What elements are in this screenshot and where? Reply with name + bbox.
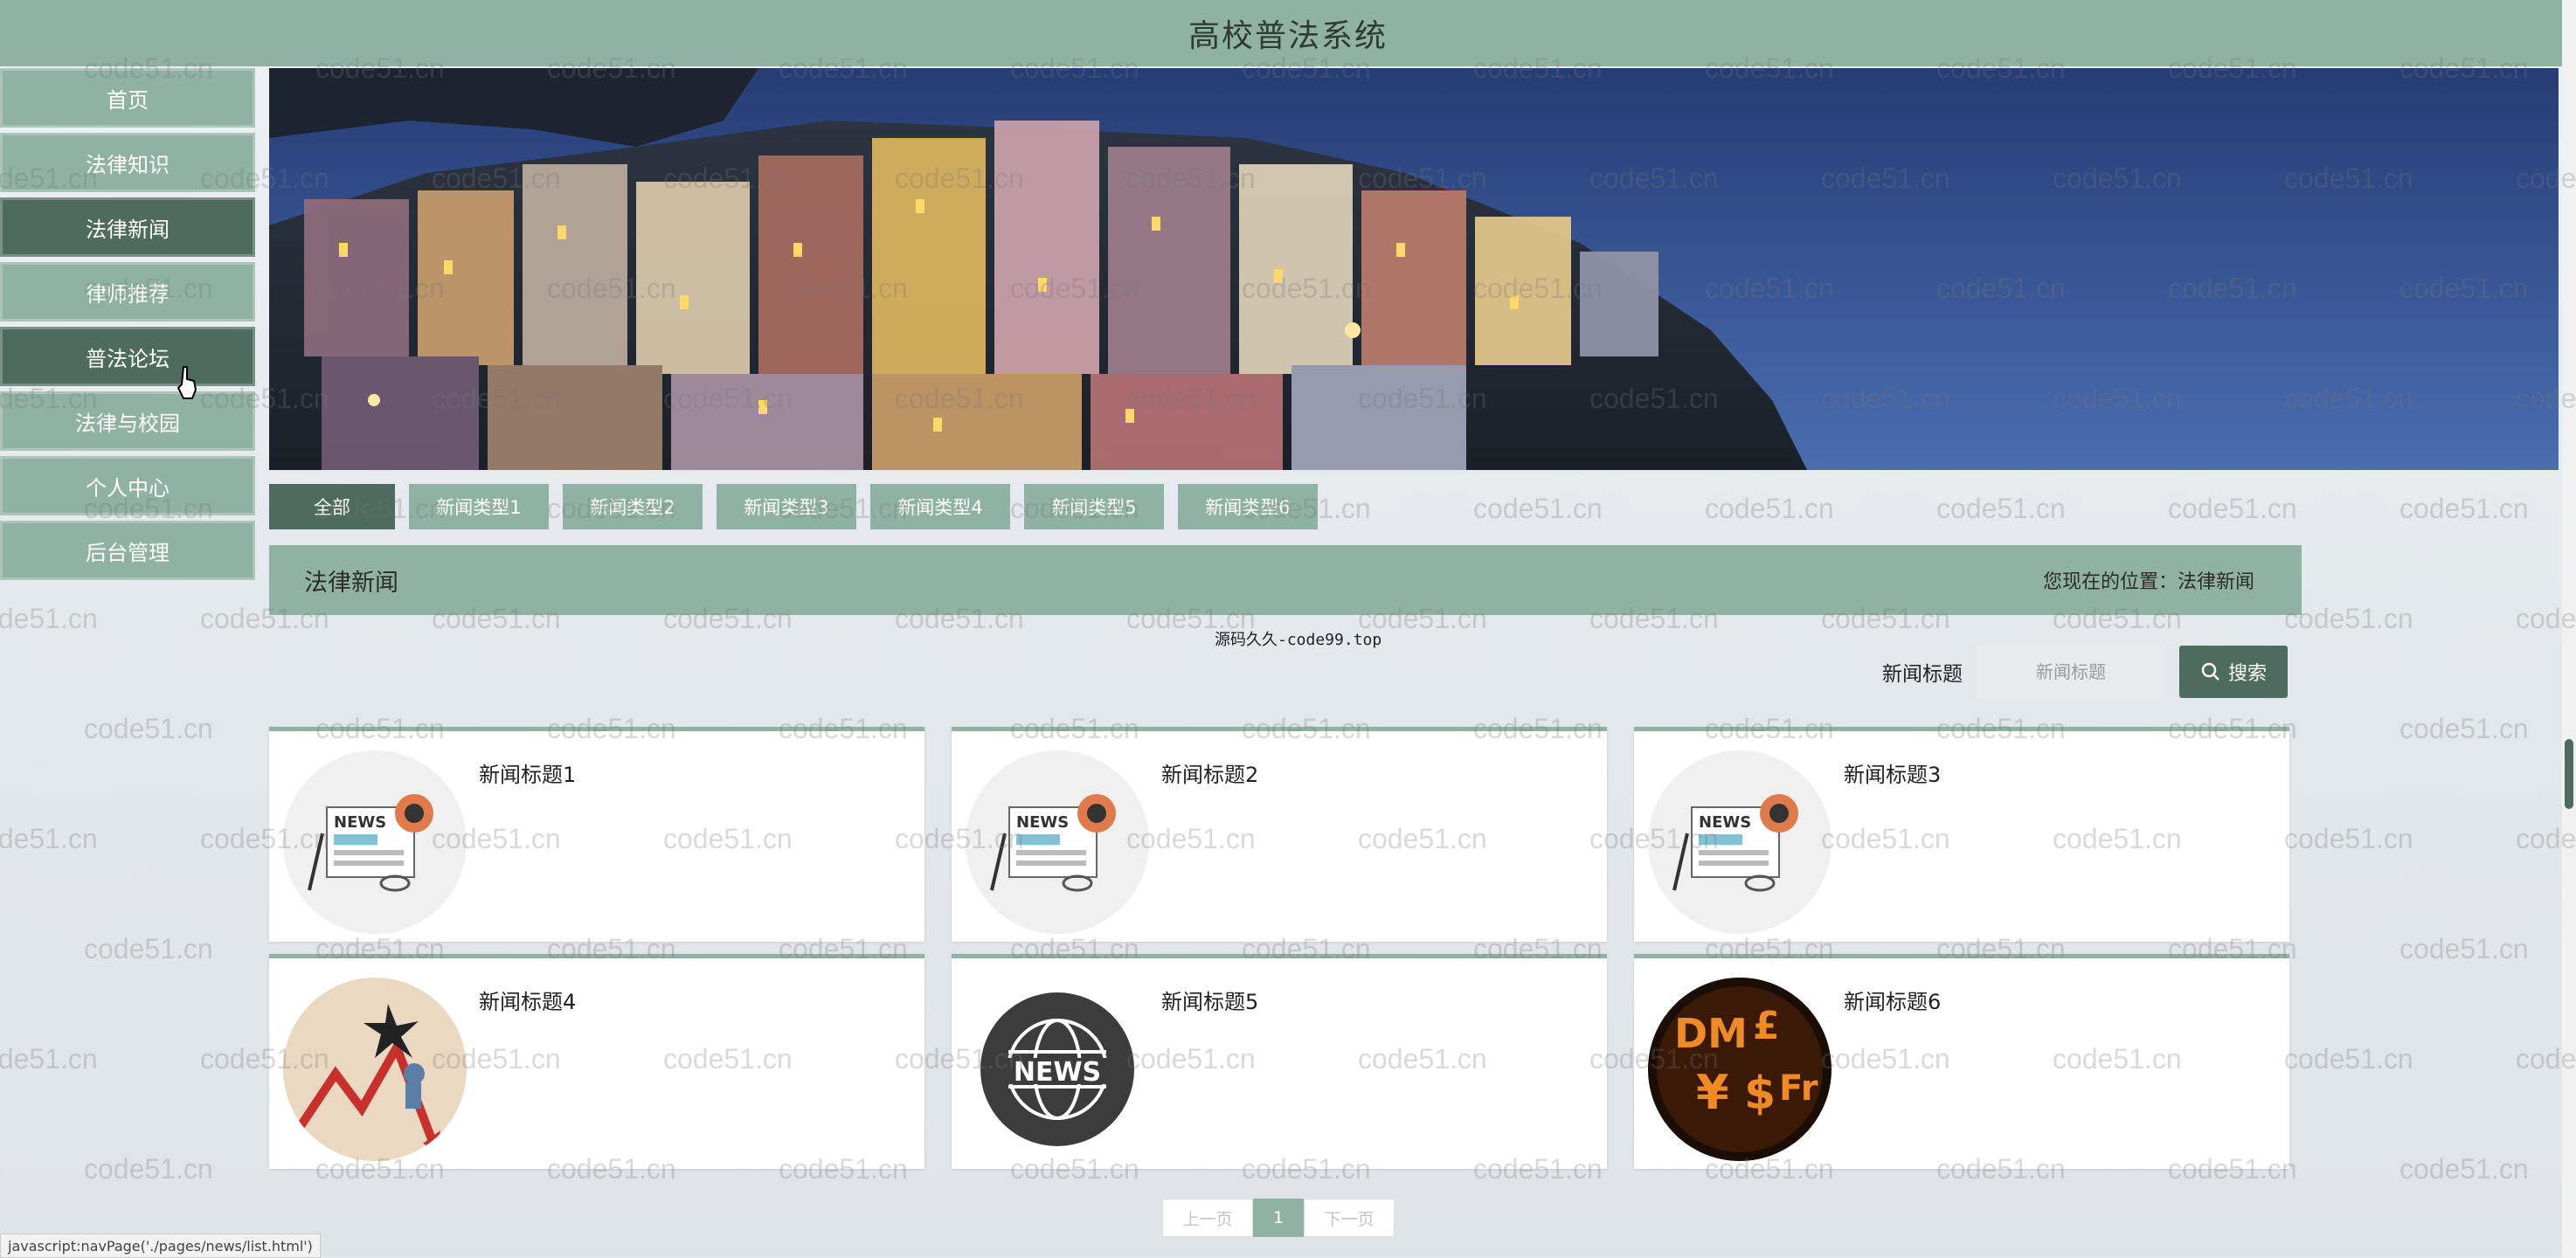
- search-label: 新闻标题: [1882, 663, 1963, 686]
- watermark-text: code51.cn: [84, 933, 213, 964]
- market-crash-chart: [283, 978, 467, 1161]
- svg-text:¥: ¥: [1696, 1065, 1729, 1120]
- svg-text:$: $: [1744, 1068, 1776, 1120]
- svg-text:NEWS: NEWS: [334, 813, 386, 832]
- svg-text:NEWS: NEWS: [1016, 813, 1069, 832]
- banner-town-at-night: [269, 68, 2559, 470]
- news-globe-icon: NEWS: [966, 978, 1149, 1161]
- currency-symbols: DM £ ¥ $ Fr: [1648, 978, 1832, 1161]
- search-bar: 新闻标题 搜索: [1882, 645, 2288, 699]
- page-number-button[interactable]: 1: [1253, 1199, 1304, 1237]
- sidebar-nav: 首页 法律知识 法律新闻 律师推荐 普法论坛 法律与校园 个人中心 后台管理: [0, 68, 255, 585]
- tab-news-type-1[interactable]: 新闻类型1: [409, 484, 549, 529]
- tab-all[interactable]: 全部: [269, 484, 395, 529]
- tab-news-type-3[interactable]: 新闻类型3: [717, 484, 856, 529]
- watermark-text: code51.cn: [0, 1043, 98, 1075]
- watermark-text: code51.cn: [1936, 493, 2066, 524]
- watermark-text: code51.cn: [2284, 823, 2413, 854]
- sidebar-item-legal-news[interactable]: 法律新闻: [0, 197, 255, 257]
- next-page-button[interactable]: 下一页: [1304, 1199, 1395, 1237]
- news-card[interactable]: 新闻标题4: [269, 954, 924, 1169]
- site-title: 高校普法系统: [1188, 18, 1388, 54]
- sidebar-item-legal-knowledge[interactable]: 法律知识: [0, 133, 255, 192]
- search-input[interactable]: [1977, 645, 2165, 699]
- search-button-label: 搜索: [2227, 663, 2267, 685]
- svg-text:Fr: Fr: [1779, 1068, 1818, 1109]
- mouse-cursor-icon: [177, 366, 197, 399]
- news-card[interactable]: NEWS 新闻标题1: [269, 727, 924, 942]
- page-scrollbar[interactable]: [2562, 0, 2576, 1258]
- pagination: 上一页 1 下一页: [1162, 1199, 1395, 1237]
- news-title[interactable]: 新闻标题2: [1161, 757, 1258, 788]
- watermark-text: code51.cn: [2399, 493, 2529, 524]
- news-card[interactable]: NEWS 新闻标题2: [952, 727, 1607, 942]
- news-list: NEWS 新闻标题1 NEWS 新闻标题2 NEWS 新闻标题3 新闻标题4 N…: [269, 727, 2289, 1169]
- sidebar-item-lawyer-recommend[interactable]: 律师推荐: [0, 262, 255, 321]
- watermark-text: code51.cn: [2284, 603, 2413, 634]
- watermark-text: code51.cn: [2399, 1153, 2529, 1185]
- tab-news-type-2[interactable]: 新闻类型2: [563, 484, 703, 529]
- sidebar-item-forum[interactable]: 普法论坛: [0, 327, 255, 386]
- svg-text:NEWS: NEWS: [1699, 813, 1751, 832]
- svg-text:NEWS: NEWS: [1014, 1057, 1101, 1088]
- news-paper-icon: NEWS: [1648, 750, 1832, 934]
- section-title: 法律新闻: [304, 569, 398, 597]
- prev-page-button[interactable]: 上一页: [1162, 1199, 1253, 1237]
- search-button[interactable]: 搜索: [2179, 646, 2288, 698]
- sidebar-item-personal-center[interactable]: 个人中心: [0, 456, 255, 515]
- watermark-text: code51.cn: [84, 1153, 213, 1185]
- news-title[interactable]: 新闻标题6: [1844, 985, 1941, 1015]
- news-title[interactable]: 新闻标题5: [1161, 985, 1258, 1015]
- news-title[interactable]: 新闻标题3: [1844, 757, 1941, 788]
- news-type-tabs: 全部 新闻类型1 新闻类型2 新闻类型3 新闻类型4 新闻类型5 新闻类型6: [269, 484, 1318, 529]
- news-card[interactable]: NEWS 新闻标题5: [952, 954, 1607, 1169]
- tab-news-type-4[interactable]: 新闻类型4: [870, 484, 1010, 529]
- news-card[interactable]: DM £ ¥ $ Fr 新闻标题6: [1634, 954, 2289, 1169]
- site-header: 高校普法系统: [0, 0, 2576, 66]
- source-note: 源码久久-code99.top: [1215, 631, 1382, 649]
- sidebar-item-admin[interactable]: 后台管理: [0, 521, 255, 580]
- tab-news-type-6[interactable]: 新闻类型6: [1178, 484, 1318, 529]
- sidebar-item-law-campus[interactable]: 法律与校园: [0, 391, 255, 451]
- news-title[interactable]: 新闻标题1: [479, 757, 576, 788]
- breadcrumb: 您现在的位置：法律新闻: [2042, 571, 2254, 593]
- watermark-text: code51.cn: [2399, 713, 2529, 744]
- watermark-text: code51.cn: [0, 603, 98, 634]
- sidebar-item-home[interactable]: 首页: [0, 68, 255, 128]
- section-header: 法律新闻 您现在的位置：法律新闻: [269, 545, 2302, 615]
- search-icon: [2201, 662, 2219, 681]
- svg-text:DM: DM: [1674, 1010, 1748, 1057]
- news-title[interactable]: 新闻标题4: [479, 985, 576, 1015]
- watermark-text: code51.cn: [84, 713, 213, 744]
- news-paper-icon: NEWS: [283, 750, 467, 934]
- watermark-text: code51.cn: [2399, 933, 2529, 964]
- watermark-text: code51.cn: [1473, 493, 1603, 524]
- news-card[interactable]: NEWS 新闻标题3: [1634, 727, 2289, 942]
- banner-image: [269, 68, 2559, 470]
- watermark-text: code51.cn: [2168, 493, 2297, 524]
- watermark-text: code51.cn: [0, 823, 98, 854]
- watermark-text: code51.cn: [2284, 1043, 2413, 1075]
- svg-text:£: £: [1753, 1004, 1780, 1048]
- status-bar-url: javascript:navPage('./pages/news/list.ht…: [0, 1234, 321, 1258]
- news-paper-icon: NEWS: [966, 750, 1149, 934]
- watermark-text: code51.cn: [1705, 493, 1834, 524]
- scrollbar-thumb[interactable]: [2565, 739, 2573, 809]
- tab-news-type-5[interactable]: 新闻类型5: [1024, 484, 1164, 529]
